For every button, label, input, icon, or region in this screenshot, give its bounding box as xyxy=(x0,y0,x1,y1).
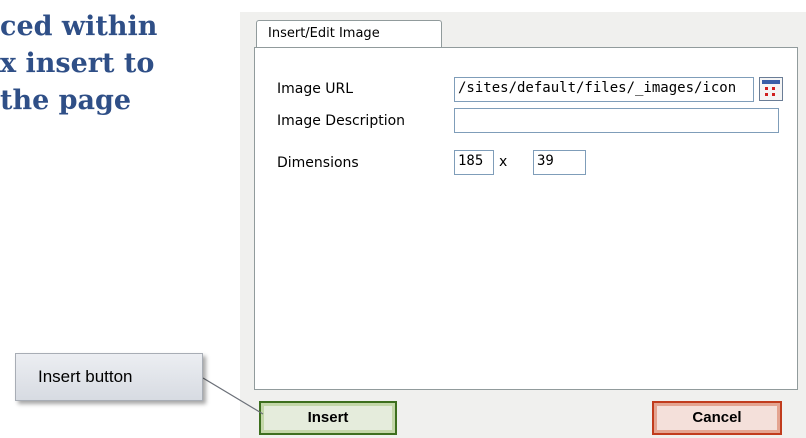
dimensions-label: Dimensions xyxy=(277,155,359,171)
image-url-label: Image URL xyxy=(277,81,354,97)
browse-icon-dot xyxy=(772,93,775,96)
height-input[interactable]: 39 xyxy=(533,150,586,175)
insert-button[interactable]: Insert xyxy=(259,401,397,435)
heading-line-3: the page xyxy=(0,85,132,116)
image-url-input[interactable]: /sites/default/files/_images/icon xyxy=(454,77,754,102)
width-input[interactable]: 185 xyxy=(454,150,494,175)
browse-icon-dot xyxy=(772,87,775,90)
background-heading: ced within x insert to the page xyxy=(0,8,230,119)
cancel-button[interactable]: Cancel xyxy=(652,401,782,435)
insert-edit-image-dialog: Insert/Edit Image Image URL /sites/defau… xyxy=(240,12,806,438)
image-description-input[interactable] xyxy=(454,108,779,133)
browse-icon-dot xyxy=(765,93,768,96)
tab-insert-edit-image[interactable]: Insert/Edit Image xyxy=(256,20,442,48)
browse-icon-dot xyxy=(765,87,768,90)
heading-line-1: ced within xyxy=(0,11,158,42)
dimension-separator: x xyxy=(499,154,508,170)
image-description-label: Image Description xyxy=(277,113,406,129)
browse-icon-bar xyxy=(762,80,780,84)
callout-text: Insert button xyxy=(38,367,133,386)
heading-line-2: x insert to xyxy=(0,48,155,79)
image-browser-icon[interactable] xyxy=(759,77,783,101)
insert-button-callout: Insert button xyxy=(15,353,203,401)
